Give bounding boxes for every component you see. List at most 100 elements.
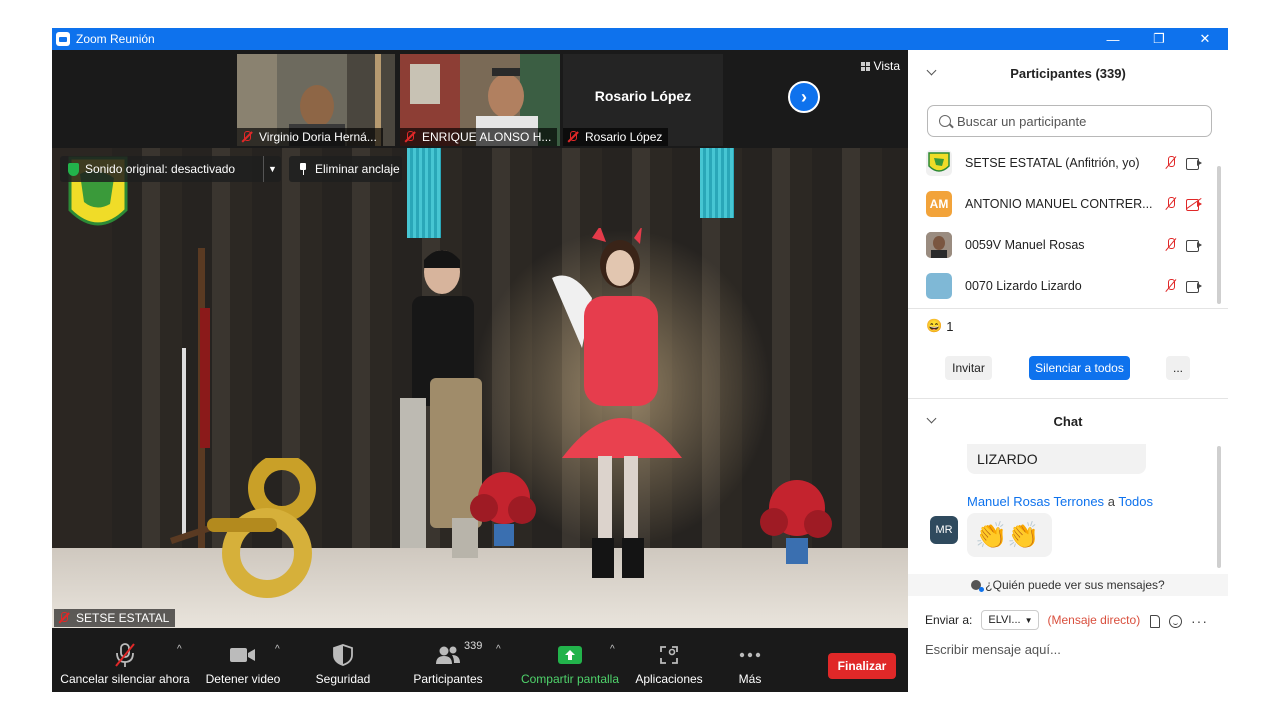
original-sound-label: Sonido original: desactivado xyxy=(85,162,236,176)
unpin-button[interactable]: Eliminar anclaje xyxy=(289,156,402,182)
video-off-icon[interactable] xyxy=(1186,197,1202,211)
recipient-select[interactable]: ELVI... ▼ xyxy=(981,610,1040,630)
end-meeting-button[interactable]: Finalizar xyxy=(828,653,896,679)
send-to-row: Enviar a: ELVI... ▼ (Mensaje directo) xyxy=(925,608,1140,632)
mic-muted-icon xyxy=(58,612,70,624)
participant-label: ENRIQUE ALONSO H... xyxy=(400,128,558,146)
reaction-count: 1 xyxy=(946,318,954,334)
mute-button[interactable]: Cancelar silenciar ahora xyxy=(60,642,190,686)
participants-count: 339 xyxy=(464,640,483,652)
video-camera-icon[interactable] xyxy=(1186,239,1202,252)
speaker-name: SETSE ESTATAL xyxy=(76,611,170,625)
mic-muted-icon xyxy=(60,642,190,668)
participant-thumbnail[interactable]: Rosario López Rosario López xyxy=(563,54,723,146)
mic-muted-icon[interactable] xyxy=(1164,196,1178,211)
main-video[interactable]: Sonido original: desactivado ▼ Eliminar … xyxy=(52,148,908,628)
mic-muted-icon[interactable] xyxy=(1164,237,1178,252)
mic-muted-icon xyxy=(404,131,416,143)
chat-input[interactable] xyxy=(925,638,1215,660)
unpin-label: Eliminar anclaje xyxy=(315,162,400,176)
share-screen-button[interactable]: Compartir pantalla xyxy=(518,642,622,686)
video-camera-icon[interactable] xyxy=(1186,157,1202,170)
apps-label: Aplicaciones xyxy=(635,672,703,686)
minimize-button[interactable]: — xyxy=(1090,28,1136,50)
participant-row[interactable]: AM ANTONIO MANUEL CONTRER... xyxy=(908,183,1220,224)
title-bar: Zoom Reunión — ❐ ✕ xyxy=(52,28,1228,50)
active-speaker-label: SETSE ESTATAL xyxy=(54,609,176,627)
participant-row[interactable]: 0059V Manuel Rosas xyxy=(908,224,1220,265)
mic-muted-icon[interactable] xyxy=(1164,155,1178,170)
video-area: Virginio Doria Herná... ENRIQUE ALONSO H… xyxy=(52,50,908,634)
chevron-down-icon[interactable]: ▼ xyxy=(263,156,281,182)
mic-muted-icon[interactable] xyxy=(1164,278,1178,293)
participants-icon: 339 xyxy=(408,640,488,668)
participant-list-scrollbar[interactable] xyxy=(1217,166,1221,304)
avatar: AM xyxy=(926,190,952,217)
share-options-caret[interactable]: ^ xyxy=(610,644,615,655)
participant-name: ANTONIO MANUEL CONTRER... xyxy=(965,196,1153,211)
video-camera-icon xyxy=(200,642,286,668)
participant-thumbnail[interactable]: ENRIQUE ALONSO H... xyxy=(400,54,560,146)
participant-search-input[interactable] xyxy=(957,113,1197,129)
participant-display-name: Rosario López xyxy=(594,88,692,104)
participants-options-caret[interactable]: ^ xyxy=(496,644,501,655)
more-dots-icon[interactable]: ··· xyxy=(1191,613,1208,629)
window-title: Zoom Reunión xyxy=(76,32,155,46)
participants-button[interactable]: 339 Participantes xyxy=(408,640,488,686)
participant-label: Rosario López xyxy=(563,128,669,146)
apps-button[interactable]: Aplicaciones xyxy=(632,642,706,686)
emoji-icon[interactable] xyxy=(1169,614,1182,628)
direct-message-label: (Mensaje directo) xyxy=(1047,613,1141,627)
chat-message: LIZARDO xyxy=(967,444,1146,474)
mute-all-button[interactable]: Silenciar a todos xyxy=(1029,356,1130,380)
chat-recipient[interactable]: Todos xyxy=(1118,494,1153,509)
mute-options-caret[interactable]: ^ xyxy=(177,644,182,655)
participant-list: SETSE ESTATAL (Anfitrión, yo) AM ANTONIO… xyxy=(908,142,1220,302)
participant-thumbnail[interactable]: Virginio Doria Herná... xyxy=(237,54,395,146)
send-to-label: Enviar a: xyxy=(925,613,973,627)
shield-icon xyxy=(310,642,376,668)
mic-muted-icon xyxy=(241,131,253,143)
invite-button[interactable]: Invitar xyxy=(945,356,992,380)
participant-row[interactable]: SETSE ESTATAL (Anfitrión, yo) xyxy=(908,142,1220,183)
chat-scrollbar[interactable] xyxy=(1217,446,1221,568)
original-sound-indicator[interactable]: Sonido original: desactivado ▼ xyxy=(60,156,281,182)
reaction-counter: 😄 1 xyxy=(926,318,953,334)
recipient-value: ELVI... xyxy=(988,614,1021,626)
chat-sender-line: Manuel Rosas Terrones a Todos xyxy=(967,494,1153,509)
chevron-right-icon: › xyxy=(801,86,807,107)
who-can-see-label: ¿Quién puede ver sus mensajes? xyxy=(985,578,1165,592)
more-button[interactable]: Más xyxy=(728,642,772,686)
close-button[interactable]: ✕ xyxy=(1182,28,1228,50)
participant-name: Virginio Doria Herná... xyxy=(259,130,377,144)
who-can-see-link[interactable]: ¿Quién puede ver sus mensajes? xyxy=(908,574,1228,596)
participant-search[interactable] xyxy=(927,105,1212,137)
thumbnail-strip: Virginio Doria Herná... ENRIQUE ALONSO H… xyxy=(52,50,908,148)
next-page-button[interactable]: › xyxy=(788,81,820,113)
chevron-down-icon[interactable] xyxy=(926,413,937,424)
apps-icon xyxy=(632,642,706,668)
avatar xyxy=(926,272,952,299)
participant-row[interactable]: 0070 Lizardo Lizardo xyxy=(908,265,1220,302)
file-icon[interactable] xyxy=(1150,614,1160,628)
zoom-app-icon xyxy=(56,32,70,46)
side-panel: Participantes (339) SETSE ESTATAL (Anfit… xyxy=(908,50,1228,692)
security-button[interactable]: Seguridad xyxy=(310,642,376,686)
chat-sender-name[interactable]: Manuel Rosas Terrones xyxy=(967,494,1104,509)
participant-name: SETSE ESTATAL (Anfitrión, yo) xyxy=(965,155,1140,170)
video-options-caret[interactable]: ^ xyxy=(275,644,280,655)
participants-header: Participantes (339) xyxy=(908,50,1228,96)
stop-video-button[interactable]: Detener video xyxy=(200,642,286,686)
zoom-window: Zoom Reunión — ❐ ✕ Virginio Doria Herná.… xyxy=(52,28,1228,692)
chevron-down-icon[interactable] xyxy=(926,65,937,76)
avatar xyxy=(926,149,952,176)
view-button[interactable]: Vista xyxy=(860,59,900,73)
restore-button[interactable]: ❐ xyxy=(1136,28,1182,50)
stop-video-label: Detener video xyxy=(205,672,281,686)
view-label: Vista xyxy=(873,59,900,73)
mute-label: Cancelar silenciar ahora xyxy=(60,672,190,686)
participants-title: Participantes (339) xyxy=(1010,65,1126,81)
video-camera-icon[interactable] xyxy=(1186,280,1202,293)
more-options-button[interactable]: ... xyxy=(1166,356,1190,380)
more-label: Más xyxy=(738,672,762,686)
